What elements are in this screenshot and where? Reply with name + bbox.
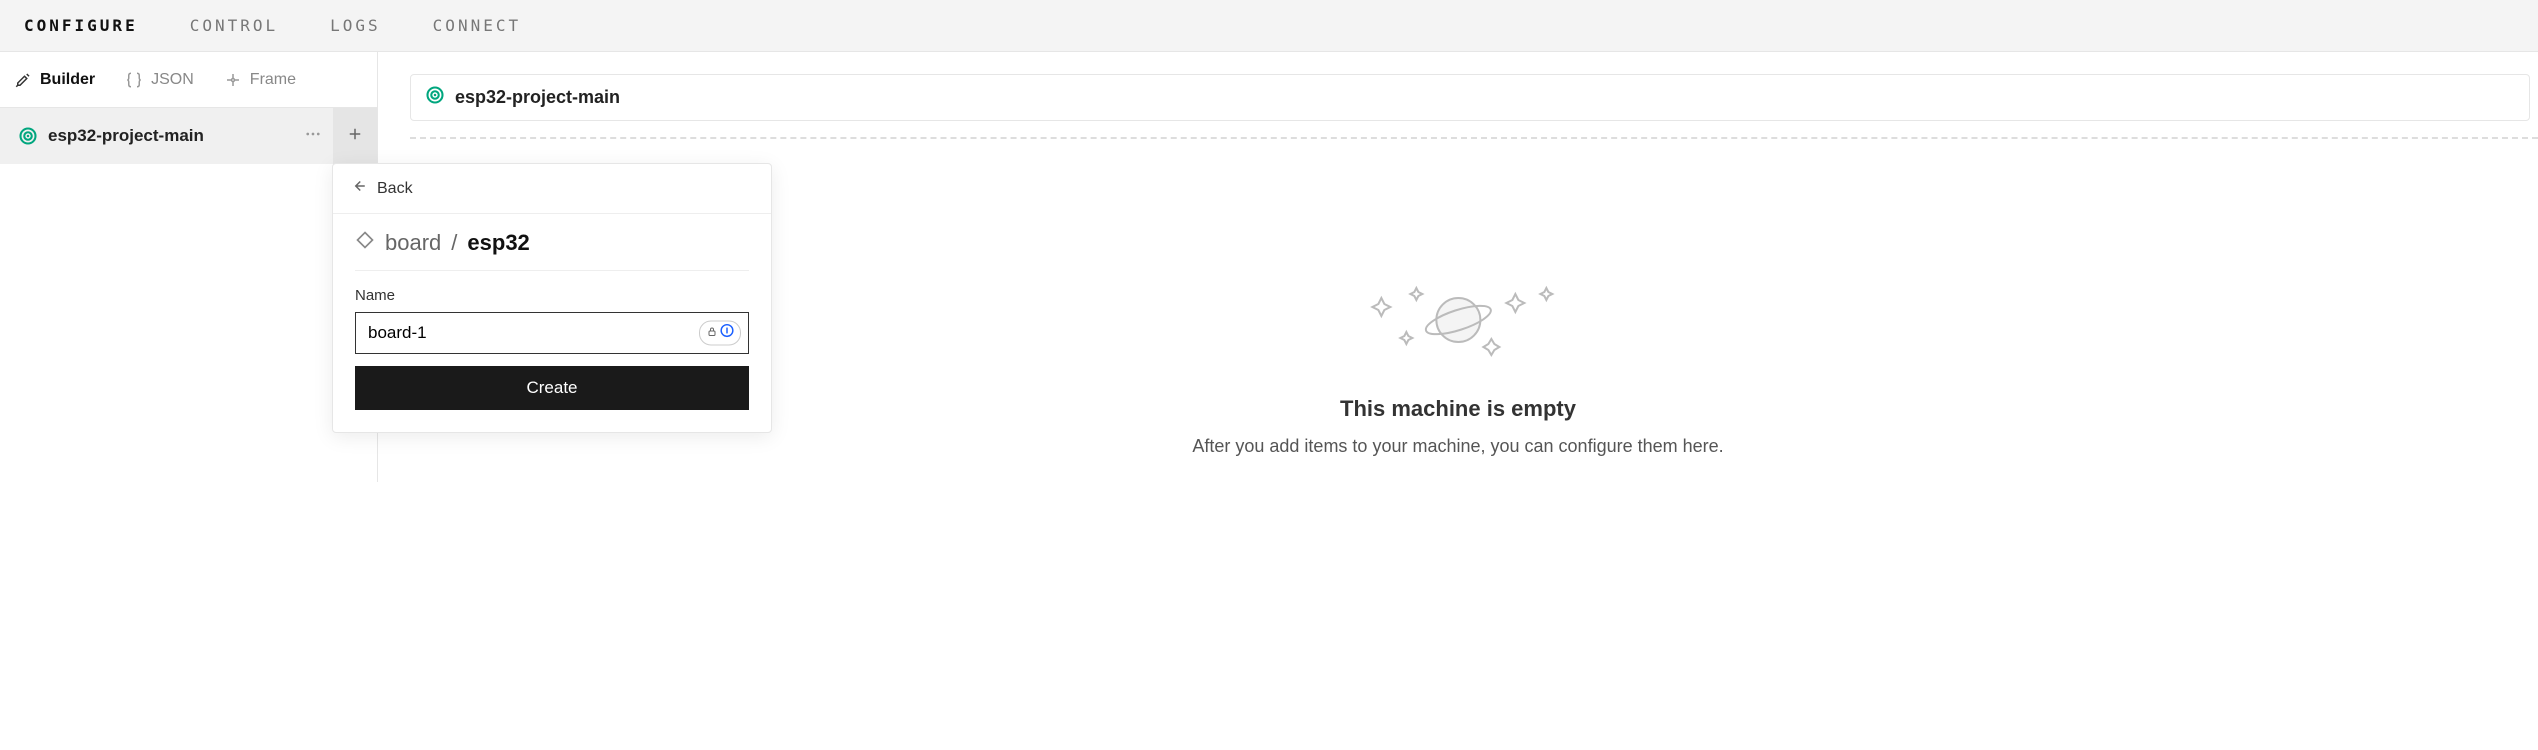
arrow-left-icon <box>349 177 367 200</box>
create-button[interactable]: Create <box>355 366 749 410</box>
component-type: board <box>385 230 441 256</box>
sidebar-project-name: esp32-project-main <box>48 126 293 146</box>
ellipsis-icon <box>304 125 322 148</box>
subtab-label: Builder <box>40 71 95 89</box>
add-button[interactable] <box>333 108 377 164</box>
viam-icon <box>425 85 445 110</box>
diamond-icon <box>355 230 375 256</box>
tab-connect[interactable]: CONNECT <box>433 16 521 35</box>
sparkle-planet-icon <box>1358 282 1558 372</box>
more-button[interactable] <box>293 108 333 164</box>
back-label: Back <box>377 180 413 198</box>
divider <box>410 137 2538 139</box>
breadcrumb-separator: / <box>451 230 457 256</box>
onepassword-icon <box>720 324 734 343</box>
sidebar-project-row[interactable]: esp32-project-main <box>0 108 377 164</box>
wrench-icon <box>14 71 32 89</box>
subtab-json[interactable]: JSON <box>125 71 194 89</box>
sidebar: Builder JSON Frame esp32-project-main <box>0 52 378 482</box>
tab-configure[interactable]: CONFIGURE <box>24 16 138 35</box>
machine-header: esp32-project-main <box>410 74 2530 121</box>
subtab-bar: Builder JSON Frame <box>0 52 377 108</box>
empty-state: This machine is empty After you add item… <box>1192 282 1723 457</box>
back-button[interactable]: Back <box>333 164 771 214</box>
empty-desc: After you add items to your machine, you… <box>1192 436 1723 457</box>
tab-control[interactable]: CONTROL <box>190 16 278 35</box>
add-component-popover: Back board / esp32 Name Create <box>332 163 772 433</box>
braces-icon <box>125 71 143 89</box>
name-input[interactable] <box>355 312 749 354</box>
component-model: esp32 <box>467 230 529 256</box>
topnav: CONFIGURE CONTROL LOGS CONNECT <box>0 0 2538 52</box>
component-breadcrumb: board / esp32 <box>355 230 749 271</box>
name-field-label: Name <box>355 287 749 304</box>
lock-icon <box>706 324 718 342</box>
subtab-builder[interactable]: Builder <box>14 71 95 89</box>
password-manager-indicator[interactable] <box>699 321 741 346</box>
frame-icon <box>224 71 242 89</box>
plus-icon <box>346 125 364 148</box>
machine-name: esp32-project-main <box>455 87 620 108</box>
viam-icon <box>18 126 38 146</box>
empty-title: This machine is empty <box>1192 396 1723 422</box>
subtab-frame[interactable]: Frame <box>224 71 296 89</box>
tab-logs[interactable]: LOGS <box>330 16 381 35</box>
subtab-label: JSON <box>151 71 194 89</box>
subtab-label: Frame <box>250 71 296 89</box>
